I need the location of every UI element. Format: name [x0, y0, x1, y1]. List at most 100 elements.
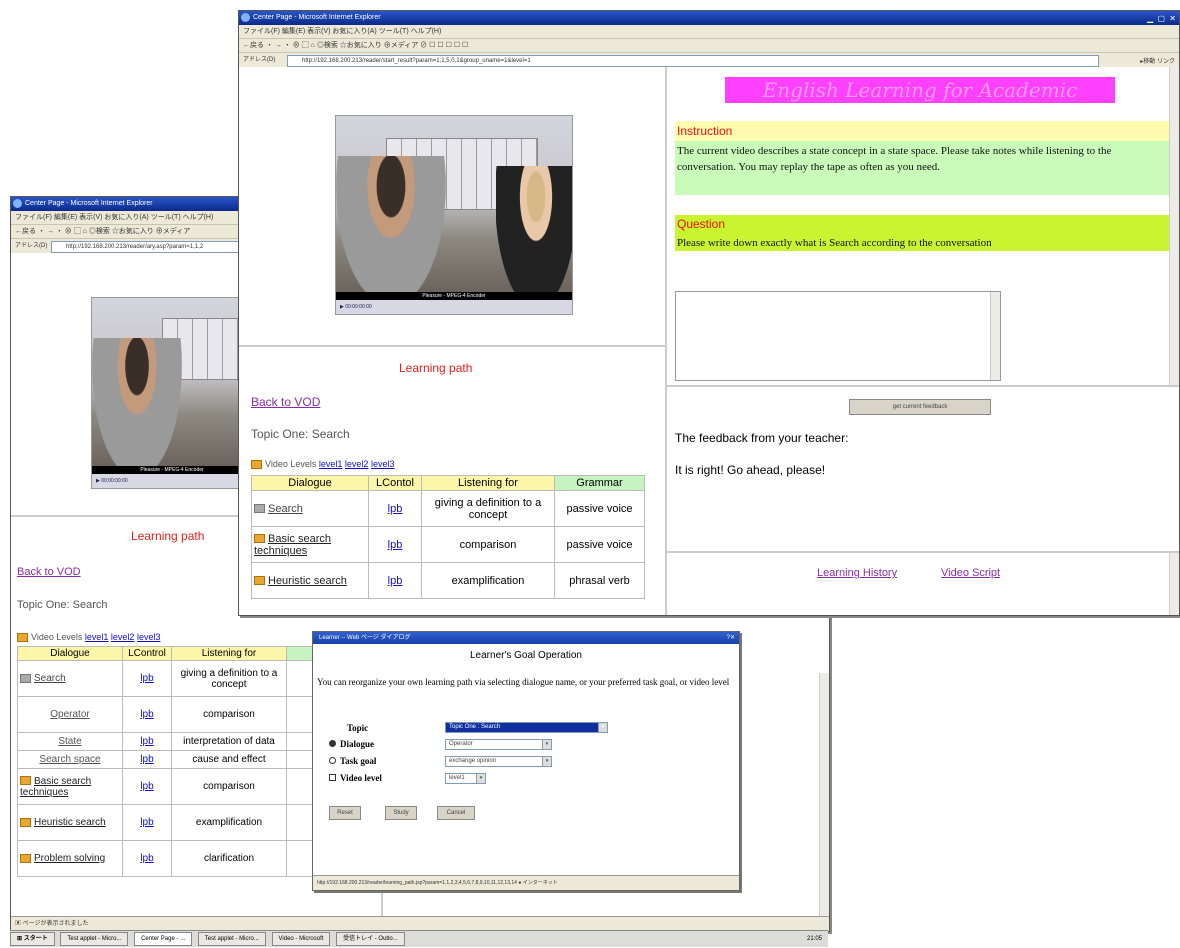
dialogue-cell[interactable]: Problem solving [17, 840, 123, 877]
dialog-zone: インターネット [522, 880, 558, 886]
taskbar-item[interactable]: Center Page - ... [134, 932, 193, 946]
back-statusbar: ▣ ページが表示されました [11, 916, 829, 931]
answer-textarea[interactable] [675, 291, 1001, 381]
dialogue-link[interactable]: Operator [50, 709, 89, 720]
instruction-label: Instruction [677, 124, 733, 138]
folder-icon [20, 776, 31, 786]
lpb-link[interactable]: lpb [122, 768, 172, 805]
woman-figure-left [336, 156, 446, 292]
dialog-title: Learner -- Web ページ ダイアログ [319, 635, 411, 641]
front-question-pane: English Learning for Academic Instructio… [667, 67, 1179, 387]
get-feedback-button[interactable]: get current feedback [849, 399, 991, 415]
dialogue-link[interactable]: Search [268, 503, 303, 515]
learning-history-link[interactable]: Learning History [817, 567, 897, 579]
back-address-label: アドレス(D) [15, 243, 48, 249]
back-window-title: Center Page - Microsoft Internet Explore… [25, 200, 153, 207]
front-menubar[interactable]: ファイル(F) 編集(E) 表示(V) お気に入り(A) ツール(T) ヘルプ(… [239, 25, 1179, 39]
dialogue-cell[interactable]: Heuristic search [17, 804, 123, 841]
task-goal-label: Task goal [340, 756, 377, 766]
study-button[interactable]: Study [385, 806, 417, 820]
reset-button[interactable]: Reset [329, 806, 361, 820]
lpb-link[interactable]: lpb [122, 804, 172, 841]
topic-select[interactable]: Topic One : Search ▾ [445, 722, 608, 733]
video-level-checkbox[interactable] [329, 774, 336, 781]
dialogue-radio-row[interactable]: Dialogue [329, 739, 374, 749]
table-header-row: Dialogue LContol Listening for Grammar [251, 475, 645, 491]
task-goal-select[interactable]: exchange opinion ▾ [445, 756, 552, 767]
col-dialogue: Dialogue [251, 475, 369, 491]
back-level3-link[interactable]: level3 [137, 632, 161, 642]
front-level3-link[interactable]: level3 [371, 459, 395, 469]
dialog-heading: Learner's Goal Operation [470, 650, 582, 661]
dialogue-link[interactable]: Search [34, 673, 66, 684]
lpb-link[interactable]: lpb [122, 732, 172, 751]
back-video-levels: Video Levels level1 level2 level3 [17, 632, 161, 643]
front-toolbar[interactable]: ←戻る ・ → ・ ⊗ ▢ ⌂ ◎検索 ☆お気に入り ⊕メディア ⊘ ☐ ☐ ☐… [239, 39, 1179, 53]
back-video-player[interactable]: Pleasure - MPEG-4 Encoder ▶ 00:00:00:00 [91, 297, 253, 489]
dialogue-link[interactable]: Heuristic search [268, 575, 347, 587]
dialogue-link[interactable]: State [58, 736, 81, 747]
lpb-link[interactable]: lpb [368, 490, 422, 527]
task-goal-radio[interactable] [329, 757, 336, 764]
taskbar-item[interactable]: 受信トレイ - Outlo... [336, 932, 405, 946]
back-level1-link[interactable]: level1 [85, 632, 109, 642]
back-level2-link[interactable]: level2 [111, 632, 135, 642]
col-grammar: Grammar [554, 475, 645, 491]
back-learning-path-title: Learning path [131, 529, 205, 543]
front-video-scene [336, 116, 572, 292]
lpb-link[interactable]: lpb [368, 526, 422, 563]
video-script-link[interactable]: Video Script [941, 567, 1000, 579]
close-icon[interactable]: ?✕ [727, 632, 735, 644]
lpb-link[interactable]: lpb [122, 696, 172, 733]
folder-icon [20, 853, 31, 863]
front-address-input[interactable]: http://192.168.200.213/reader/start_resu… [287, 55, 1099, 67]
dialogue-cell[interactable]: State [17, 732, 123, 751]
dialogue-cell[interactable]: Search [251, 490, 369, 527]
dialogue-cell[interactable]: Basic search techniques [17, 768, 123, 805]
dialog-titlebar[interactable]: Learner -- Web ページ ダイアログ ?✕ [313, 632, 739, 644]
front-level1-link[interactable]: level1 [319, 459, 343, 469]
question-pane-scrollbar[interactable] [1169, 67, 1179, 385]
dialogue-select[interactable]: Operator ▾ [445, 739, 552, 750]
dialogue-radio[interactable] [329, 740, 336, 747]
lpb-link[interactable]: lpb [122, 840, 172, 877]
lpb-link[interactable]: lpb [368, 562, 422, 599]
dialogue-link[interactable]: Basic search techniques [254, 533, 331, 557]
ie-icon [241, 13, 250, 22]
window-controls[interactable]: ▁ ▢ ✕ [1147, 12, 1177, 26]
dialogue-cell[interactable]: Search [17, 660, 123, 697]
links-label: リンク [1156, 59, 1175, 65]
links-pane-scrollbar[interactable] [1169, 553, 1179, 615]
dialogue-link[interactable]: Search space [39, 754, 100, 765]
taskbar-item[interactable]: Test applet - Micro... [197, 932, 266, 946]
dialogue-cell[interactable]: Heuristic search [251, 562, 369, 599]
dialogue-cell[interactable]: Operator [17, 696, 123, 733]
back-video-controls[interactable]: ▶ 00:00:00:00 [92, 474, 252, 488]
lpb-link[interactable]: lpb [122, 750, 172, 769]
video-level-select[interactable]: level1 ▾ [445, 773, 486, 784]
listening-cell: interpretation of data [171, 732, 287, 751]
taskbar-item[interactable]: Video - Microsoft [271, 932, 331, 946]
dialogue-cell[interactable]: Search space [17, 750, 123, 769]
lpb-link[interactable]: lpb [122, 660, 172, 697]
front-video-player[interactable]: Pleasure - MPEG-4 Encoder ▶ 00:00:00:00 [335, 115, 573, 315]
instruction-text: The current video describes a state conc… [677, 145, 1112, 173]
dialogue-cell[interactable]: Basic search techniques [251, 526, 369, 563]
front-window-titlebar[interactable]: Center Page - Microsoft Internet Explore… [239, 11, 1179, 25]
textarea-scrollbar[interactable] [990, 292, 1000, 380]
front-video-controls[interactable]: ▶ 00:00:00:00 [336, 300, 572, 314]
front-back-to-vod-link[interactable]: Back to VOD [251, 395, 320, 409]
front-video-levels: Video Levels level1 level2 level3 [251, 459, 395, 470]
ie-icon [13, 199, 22, 208]
grammar-cell: passive voice [554, 526, 645, 563]
front-level2-link[interactable]: level2 [345, 459, 369, 469]
start-button[interactable]: ⊞ スタート [10, 932, 55, 946]
dialogue-link[interactable]: Problem solving [34, 853, 105, 864]
task-radio-row[interactable]: Task goal [329, 756, 376, 766]
taskbar-item[interactable]: Test applet - Micro... [60, 932, 129, 946]
dialogue-link[interactable]: Heuristic search [34, 817, 106, 828]
cancel-button[interactable]: Cancel [437, 806, 475, 820]
video-level-row[interactable]: Video level [329, 773, 382, 783]
back-to-vod-link[interactable]: Back to VOD [17, 566, 81, 578]
back-right-scrollbar[interactable] [819, 673, 829, 931]
